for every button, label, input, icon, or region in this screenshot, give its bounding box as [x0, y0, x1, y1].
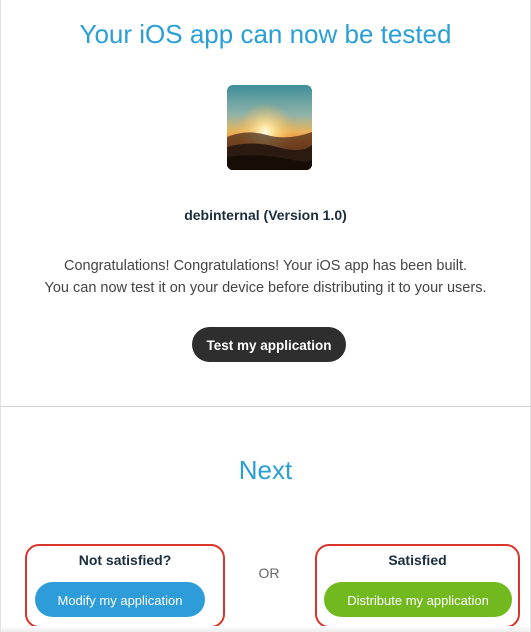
sunset-landscape-image: [227, 85, 312, 170]
build-result-page: Your iOS app can now be tested debintern…: [0, 0, 531, 632]
test-application-button[interactable]: Test my application: [192, 327, 346, 362]
app-icon: [227, 85, 312, 170]
page-title: Your iOS app can now be tested: [79, 19, 452, 49]
build-message: Congratulations! Congratulations! Your i…: [1, 255, 530, 299]
not-satisfied-label: Not satisfied?: [78, 552, 172, 568]
app-name: debinternal (Version 1.0): [184, 207, 347, 223]
message-line-1: Congratulations! Congratulations! Your i…: [63, 258, 468, 274]
next-heading: Next: [238, 455, 293, 485]
message-line-2: You can now test it on your device befor…: [44, 280, 487, 296]
test-section: Your iOS app can now be tested debintern…: [1, 0, 530, 407]
modify-application-button[interactable]: Modify my application: [35, 582, 205, 617]
or-separator: OR: [258, 565, 280, 581]
satisfied-label: Satisfied: [388, 552, 447, 568]
distribute-application-button[interactable]: Distribute my application: [324, 582, 512, 617]
bottom-shadow: [1, 626, 530, 632]
